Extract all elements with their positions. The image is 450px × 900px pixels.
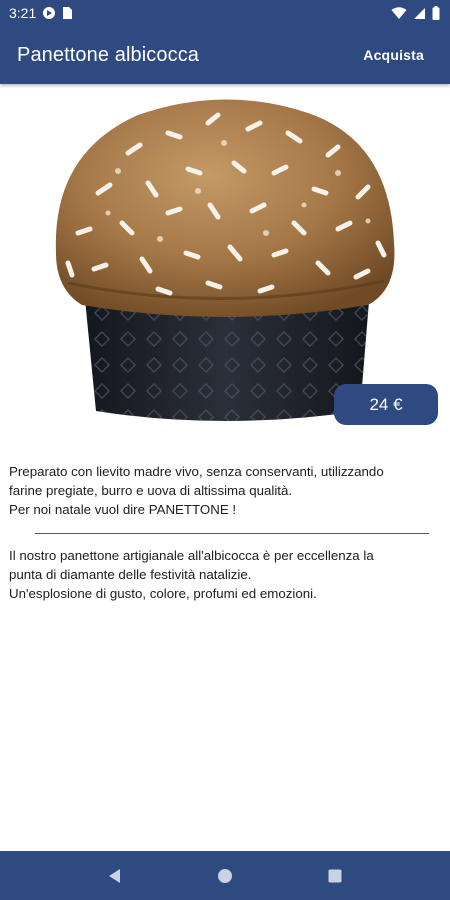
panettone-image	[38, 93, 410, 429]
product-detail-text: Il nostro panettone artigianale all'albi…	[9, 548, 374, 601]
buy-button[interactable]: Acquista	[363, 47, 424, 63]
status-bar: 3:21	[0, 0, 450, 26]
page-title: Panettone albicocca	[17, 43, 200, 66]
signal-icon	[413, 7, 426, 20]
media-icon	[42, 6, 56, 20]
divider	[35, 533, 429, 534]
back-icon[interactable]	[95, 856, 135, 896]
app-bar: Panettone albicocca Acquista	[0, 26, 450, 84]
status-time: 3:21	[9, 5, 37, 21]
navigation-bar	[0, 851, 450, 900]
sim-card-icon	[62, 6, 73, 20]
wifi-icon	[391, 6, 407, 20]
price-button[interactable]: 24 €	[334, 384, 438, 425]
battery-icon	[432, 6, 440, 20]
product-intro-text: Preparato con lievito madre vivo, senza …	[9, 464, 384, 517]
recents-icon[interactable]	[315, 856, 355, 896]
home-icon[interactable]	[205, 856, 245, 896]
